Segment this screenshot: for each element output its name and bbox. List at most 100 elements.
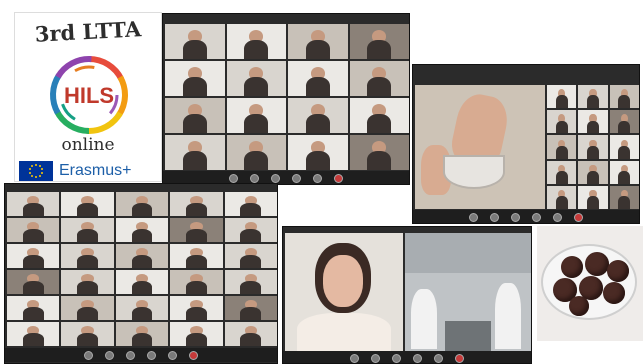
participant-tile[interactable] (349, 24, 409, 59)
participant-tile[interactable] (170, 192, 223, 216)
participant-tile[interactable] (288, 135, 348, 170)
participant-tile[interactable] (7, 218, 60, 242)
video-gallery-top (162, 13, 410, 185)
participant-tile[interactable] (547, 160, 577, 184)
participant-tile[interactable] (7, 296, 60, 320)
participant-tile[interactable] (7, 322, 60, 346)
participant-tile[interactable] (349, 98, 409, 133)
participant-tile[interactable] (578, 160, 608, 184)
meeting-toolbar (413, 210, 639, 223)
participant-tile[interactable] (226, 135, 286, 170)
participant-tile[interactable] (578, 185, 608, 209)
participant-tile[interactable] (609, 185, 639, 209)
leave-icon[interactable] (334, 173, 343, 183)
participant-tile[interactable] (609, 160, 639, 184)
erasmus-label: Erasmus+ (59, 162, 132, 179)
kitchen-video[interactable] (405, 233, 531, 351)
participant-tile[interactable] (115, 192, 169, 216)
participant-tile[interactable] (609, 135, 639, 159)
participant-tile[interactable] (226, 61, 286, 96)
chat-icon[interactable] (168, 350, 177, 360)
chat-icon[interactable] (313, 173, 322, 183)
participant-tile[interactable] (224, 296, 277, 320)
participant-tile[interactable] (165, 24, 225, 59)
chat-icon[interactable] (553, 212, 562, 222)
participant-tile[interactable] (226, 98, 286, 133)
participant-tile[interactable] (7, 270, 60, 294)
participants-icon[interactable] (413, 353, 422, 363)
share-icon[interactable] (126, 350, 135, 360)
logo-title: 3rd LTTA (34, 16, 142, 47)
hils-logo: 3rd LTTA HILS online Erasmus+ (14, 12, 162, 182)
participants-icon[interactable] (532, 212, 541, 222)
participants-icon[interactable] (292, 173, 301, 183)
participant-tile[interactable] (288, 61, 348, 96)
participant-tile[interactable] (61, 270, 114, 294)
share-icon[interactable] (511, 212, 520, 222)
spotlight-video[interactable] (415, 85, 545, 209)
participant-tile[interactable] (165, 98, 225, 133)
speaker-video[interactable] (285, 233, 403, 353)
participant-tile[interactable] (224, 270, 277, 294)
participant-tile[interactable] (578, 135, 608, 159)
participant-tile[interactable] (288, 24, 348, 59)
camera-icon[interactable] (105, 350, 114, 360)
mic-icon[interactable] (469, 212, 478, 222)
leave-icon[interactable] (189, 350, 198, 360)
participant-tile[interactable] (61, 192, 114, 216)
participant-grid (165, 24, 409, 170)
participant-tile[interactable] (170, 218, 223, 242)
participant-tile[interactable] (349, 61, 409, 96)
participant-tile[interactable] (115, 270, 169, 294)
participant-tile[interactable] (170, 270, 223, 294)
mic-icon[interactable] (84, 350, 93, 360)
meeting-toolbar (283, 351, 531, 363)
participant-grid (7, 192, 277, 346)
camera-icon[interactable] (250, 173, 259, 183)
participant-tile[interactable] (578, 85, 608, 109)
participant-tile[interactable] (547, 110, 577, 134)
participant-tile[interactable] (288, 98, 348, 133)
participant-tile[interactable] (547, 85, 577, 109)
participant-tile[interactable] (609, 85, 639, 109)
participant-tile[interactable] (547, 135, 577, 159)
participant-tile[interactable] (115, 244, 169, 268)
participant-tile[interactable] (224, 192, 277, 216)
participant-tile[interactable] (224, 244, 277, 268)
eu-flag-icon (19, 161, 53, 181)
participant-tile[interactable] (609, 110, 639, 134)
participant-tile[interactable] (61, 244, 114, 268)
participant-tile[interactable] (226, 24, 286, 59)
participant-tile[interactable] (578, 110, 608, 134)
participants-icon[interactable] (147, 350, 156, 360)
participant-tile[interactable] (165, 135, 225, 170)
participant-tile[interactable] (61, 296, 114, 320)
participant-tile[interactable] (115, 218, 169, 242)
participant-tile[interactable] (115, 322, 169, 346)
participant-tile[interactable] (547, 185, 577, 209)
mic-icon[interactable] (350, 353, 359, 363)
leave-icon[interactable] (455, 353, 464, 363)
participant-tile[interactable] (170, 244, 223, 268)
participant-tile[interactable] (7, 192, 60, 216)
participant-tile[interactable] (115, 296, 169, 320)
leave-icon[interactable] (574, 212, 583, 222)
participant-tile[interactable] (61, 218, 114, 242)
camera-icon[interactable] (371, 353, 380, 363)
participant-tile[interactable] (165, 61, 225, 96)
participant-tile[interactable] (7, 244, 60, 268)
share-icon[interactable] (392, 353, 401, 363)
participant-tile[interactable] (61, 322, 114, 346)
video-spotlight-cooking (412, 64, 640, 224)
participant-tile[interactable] (224, 218, 277, 242)
mic-icon[interactable] (229, 173, 238, 183)
participant-tile[interactable] (349, 135, 409, 170)
participant-tile[interactable] (170, 296, 223, 320)
camera-icon[interactable] (490, 212, 499, 222)
plate (541, 244, 637, 320)
participant-tile[interactable] (224, 322, 277, 346)
share-icon[interactable] (271, 173, 280, 183)
participant-tile[interactable] (170, 322, 223, 346)
chat-icon[interactable] (434, 353, 443, 363)
meeting-toolbar (5, 348, 277, 362)
